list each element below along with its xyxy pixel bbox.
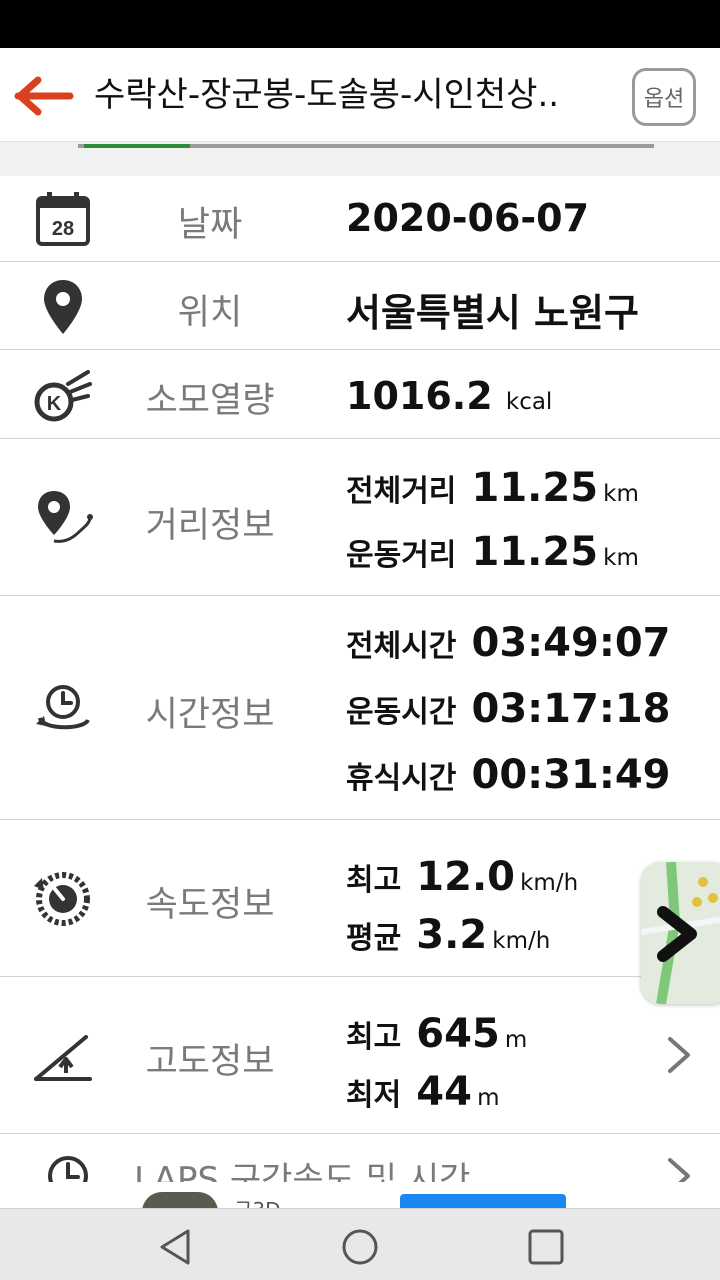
calories-row: K 소모열량 1016.2 kcal (0, 350, 720, 439)
altitude-row[interactable]: 고도정보 최고 645 m 최저 44 m (0, 977, 720, 1134)
time-total-label: 전체시간 (346, 629, 457, 664)
distance-moving-label: 운동거리 (346, 538, 457, 573)
nav-back-icon[interactable] (156, 1227, 196, 1267)
altitude-max-label: 최고 (346, 1020, 402, 1055)
date-label: 날짜 (177, 205, 243, 245)
nav-recents-icon[interactable] (526, 1227, 566, 1267)
date-value: 2020-06-07 (346, 196, 590, 240)
altitude-min-unit: m (477, 1085, 500, 1111)
laps-chevron-right-icon[interactable] (664, 1156, 694, 1182)
altitude-max: 최고 645 m (346, 1011, 527, 1057)
laps-label: LAPS 구간속도 및 시간 (134, 1160, 471, 1182)
calories-value-group: 1016.2 kcal (346, 374, 552, 418)
time-label: 시간정보 (145, 695, 275, 735)
distance-total-unit: km (603, 481, 639, 507)
speed-avg-value: 3.2 (416, 912, 488, 958)
chevron-right-icon[interactable] (664, 1035, 694, 1075)
speed-avg-label: 평균 (346, 921, 402, 956)
speed-max-label: 최고 (346, 863, 402, 898)
tab-strip (0, 142, 720, 176)
altitude-label: 고도정보 (145, 1042, 275, 1082)
distance-moving-unit: km (603, 545, 639, 571)
speed-max-value: 12.0 (416, 854, 515, 900)
distance-label: 거리정보 (145, 506, 275, 546)
app-bar: 수락산-장군봉-도솔봉-시인천상.. 옵션 (0, 48, 720, 142)
page-title: 수락산-장군봉-도솔봉-시인천상.. (94, 75, 560, 115)
speedometer-icon (34, 872, 90, 926)
time-moving-value: 03:17:18 (471, 686, 671, 732)
altitude-min: 최저 44 m (346, 1069, 499, 1115)
time-rest-label: 휴식시간 (346, 761, 457, 796)
calories-unit: kcal (505, 389, 553, 415)
ad-text: 구3D (234, 1194, 281, 1208)
calendar-icon: 28 (36, 192, 90, 246)
back-arrow-icon[interactable] (14, 76, 74, 116)
map-pin-icon (44, 280, 82, 334)
map-thumbnail-button[interactable] (641, 862, 720, 1004)
altitude-max-value: 645 (416, 1011, 500, 1057)
time-moving-label: 운동시간 (346, 695, 457, 730)
altitude-slope-icon (34, 1035, 92, 1081)
distance-moving-value: 11.25 (471, 529, 599, 575)
clock-loop-icon (36, 685, 90, 730)
time-moving: 운동시간 03:17:18 (346, 686, 670, 732)
time-total-value: 03:49:07 (471, 620, 671, 666)
time-total: 전체시간 03:49:07 (346, 620, 670, 666)
nav-home-icon[interactable] (340, 1227, 380, 1267)
speed-avg: 평균 3.2 km/h (346, 912, 550, 958)
ad-cta-button[interactable] (400, 1194, 566, 1208)
altitude-min-label: 최저 (346, 1078, 402, 1113)
laps-clock-icon (48, 1156, 88, 1182)
date-row: 28 날짜 2020-06-07 (0, 176, 720, 262)
calories-label: 소모열량 (145, 381, 275, 421)
distance-moving: 운동거리 11.25 km (346, 529, 639, 575)
laps-row[interactable]: LAPS 구간속도 및 시간 (0, 1134, 720, 1182)
time-rest: 휴식시간 00:31:49 (346, 752, 670, 798)
calorie-flame-icon: K (34, 370, 92, 422)
option-button[interactable]: 옵션 (632, 68, 696, 126)
system-nav-bar (0, 1208, 720, 1280)
calories-value: 1016.2 (346, 374, 493, 418)
speed-max-unit: km/h (520, 870, 579, 896)
tab-indicator-active (84, 144, 190, 148)
ad-thumbnail (142, 1192, 218, 1208)
time-rest-value: 00:31:49 (471, 752, 671, 798)
distance-row: 거리정보 전체거리 11.25 km 운동거리 11.25 km (0, 439, 720, 596)
distance-total: 전체거리 11.25 km (346, 465, 639, 511)
ad-banner[interactable]: 구3D (0, 1182, 720, 1208)
time-row: 시간정보 전체시간 03:49:07 운동시간 03:17:18 휴식시간 00… (0, 596, 720, 820)
location-value: 서울특별시 노원구 (346, 291, 639, 335)
speed-row: 속도정보 최고 12.0 km/h 평균 3.2 km/h (0, 820, 720, 977)
distance-total-value: 11.25 (471, 465, 599, 511)
map-preview-icon (641, 862, 720, 1004)
speed-avg-unit: km/h (492, 928, 551, 954)
speed-label: 속도정보 (145, 885, 275, 925)
route-pin-icon (38, 491, 93, 543)
svg-text:K: K (47, 393, 62, 415)
status-bar (0, 0, 720, 48)
distance-total-label: 전체거리 (346, 474, 457, 509)
svg-text:28: 28 (52, 218, 74, 240)
altitude-max-unit: m (504, 1027, 528, 1053)
location-label: 위치 (177, 293, 243, 333)
speed-max: 최고 12.0 km/h (346, 854, 578, 900)
location-row: 위치 서울특별시 노원구 (0, 262, 720, 350)
altitude-min-value: 44 (416, 1069, 472, 1115)
